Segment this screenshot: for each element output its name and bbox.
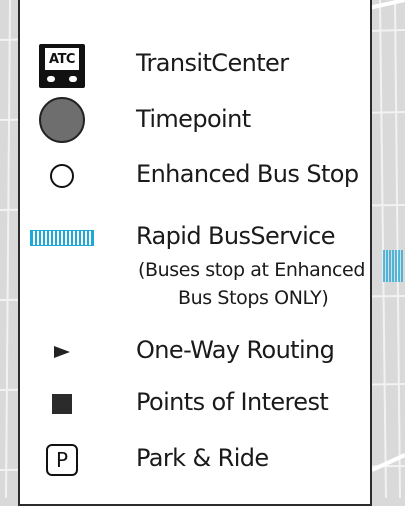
- legend-item-one-way-routing: One-Way Routing: [20, 328, 370, 376]
- legend-item-rapid-bus-service: Rapid BusService: [20, 214, 370, 262]
- legend-item-transit-center: ATC TransitCenter: [20, 42, 370, 90]
- triangle-right-icon: [34, 328, 90, 376]
- legend-label-enhanced-bus-stop: Enhanced Bus Stop: [136, 160, 359, 188]
- map-legend: ATC TransitCenter Timepoint Enhanced Bus…: [18, 0, 372, 506]
- legend-item-timepoint: Timepoint: [20, 96, 370, 144]
- square-icon: [34, 380, 90, 428]
- timepoint-circle-icon: [34, 96, 90, 144]
- park-and-ride-icon: P: [34, 436, 90, 484]
- legend-item-enhanced-bus-stop: Enhanced Bus Stop: [20, 152, 370, 200]
- legend-label-park-and-ride: Park & Ride: [136, 444, 269, 472]
- rapid-route-fragment: [383, 250, 403, 282]
- rapid-note-line-1: (Buses stop at Enhanced: [138, 259, 365, 281]
- legend-item-park-and-ride: P Park & Ride: [20, 436, 370, 484]
- legend-label-transit-center: TransitCenter: [136, 49, 289, 77]
- park-and-ride-icon-text: P: [46, 444, 78, 476]
- enhanced-stop-circle-icon: [34, 152, 90, 200]
- legend-label-rapid-bus-service: Rapid BusService: [136, 222, 336, 250]
- legend-label-points-of-interest: Points of Interest: [136, 388, 329, 416]
- legend-label-one-way-routing: One-Way Routing: [136, 336, 335, 364]
- rapid-note-line-2: Bus Stops ONLY): [178, 287, 329, 309]
- atc-transit-center-icon: ATC: [34, 42, 90, 90]
- legend-label-timepoint: Timepoint: [136, 105, 251, 133]
- legend-item-points-of-interest: Points of Interest: [20, 380, 370, 428]
- rapid-bus-hatch-icon: [24, 214, 100, 262]
- atc-icon-text: ATC: [45, 48, 79, 70]
